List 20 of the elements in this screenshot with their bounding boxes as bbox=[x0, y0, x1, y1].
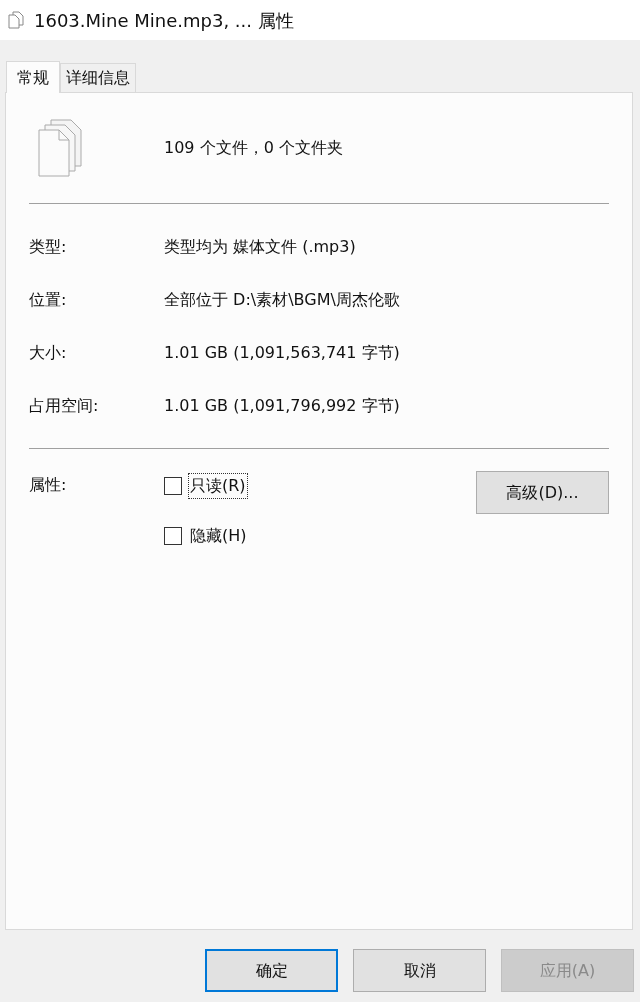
window-title: 1603.Mine Mine.mp3, ... 属性 bbox=[34, 8, 294, 33]
property-value: 全部位于 D:\素材\BGM\周杰伦歌 bbox=[164, 288, 400, 311]
checkbox[interactable] bbox=[164, 477, 182, 495]
checkbox-label[interactable]: 只读(R) bbox=[188, 473, 248, 499]
advanced-button[interactable]: 高级(D)... bbox=[476, 471, 609, 514]
property-value: 1.01 GB (1,091,563,741 字节) bbox=[164, 341, 400, 364]
property-label: 大小: bbox=[29, 341, 68, 364]
checkbox-label[interactable]: 隐藏(H) bbox=[188, 523, 249, 549]
tab[interactable]: 详细信息 bbox=[60, 63, 136, 92]
files-icon bbox=[8, 11, 24, 29]
checkbox[interactable] bbox=[164, 527, 182, 545]
summary-text: 109 个文件，0 个文件夹 bbox=[164, 137, 343, 159]
dialog-button[interactable]: 取消 bbox=[353, 949, 486, 992]
property-label: 位置: bbox=[29, 288, 68, 311]
dialog-button[interactable]: 确定 bbox=[205, 949, 338, 992]
property-label: 占用空间: bbox=[29, 394, 100, 417]
property-value: 类型均为 媒体文件 (.mp3) bbox=[164, 235, 356, 258]
property-value: 1.01 GB (1,091,796,992 字节) bbox=[164, 394, 400, 417]
tab[interactable]: 常规 bbox=[6, 61, 60, 93]
property-label: 类型: bbox=[29, 235, 68, 258]
